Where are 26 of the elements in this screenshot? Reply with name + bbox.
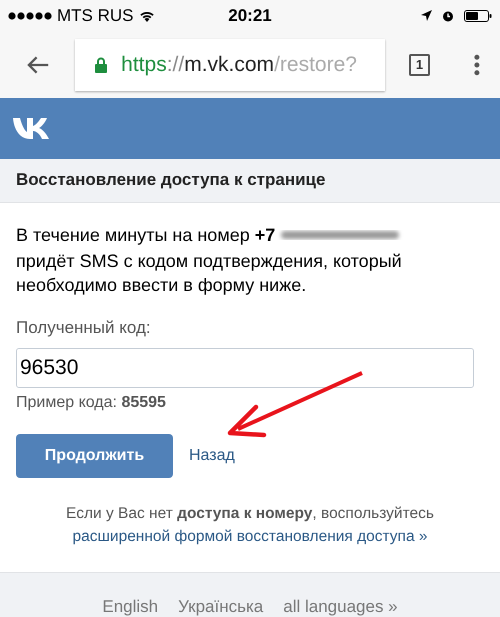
back-link[interactable]: Назад [189,446,235,464]
url-text: https://m.vk.com/restore? [121,52,357,77]
clock-time: 20:21 [228,6,272,26]
language-link[interactable]: English [102,597,158,617]
wifi-icon [138,10,154,22]
intro-text: придёт SMS с кодом подтверждения, который необходимо ввести в форму ниже. [16,250,403,298]
tab-count-button[interactable]: 1 [408,54,430,76]
back-arrow-icon[interactable] [26,54,50,75]
field-label: Полученный код: [16,318,152,338]
menu-icon[interactable] [474,54,480,76]
signal-icon [8,12,52,20]
address-bar[interactable]: https://m.vk.com/restore? [75,38,385,91]
continue-button[interactable]: Продолжить [16,434,173,478]
example-code-text: Пример кода: 85595 [16,394,167,412]
extended-restore-link[interactable]: расширенной формой восстановления доступа » [72,524,428,548]
alarm-clock-icon [442,10,454,22]
language-link[interactable]: Українська [178,597,264,617]
carrier-name: MTS RUS [57,6,134,26]
language-link[interactable]: all languages » [283,597,398,617]
battery-icon [464,10,492,22]
code-input-field[interactable]: 96530 [16,348,474,388]
note-text: Если у Вас нет доступа к номеру, воспользуйтесь [66,504,434,524]
section-title: Восстановление доступа к странице [16,170,326,190]
intro-text: В течение минуты на номер +7 [16,224,276,246]
lock-icon [95,56,108,73]
location-arrow-icon [421,10,432,22]
